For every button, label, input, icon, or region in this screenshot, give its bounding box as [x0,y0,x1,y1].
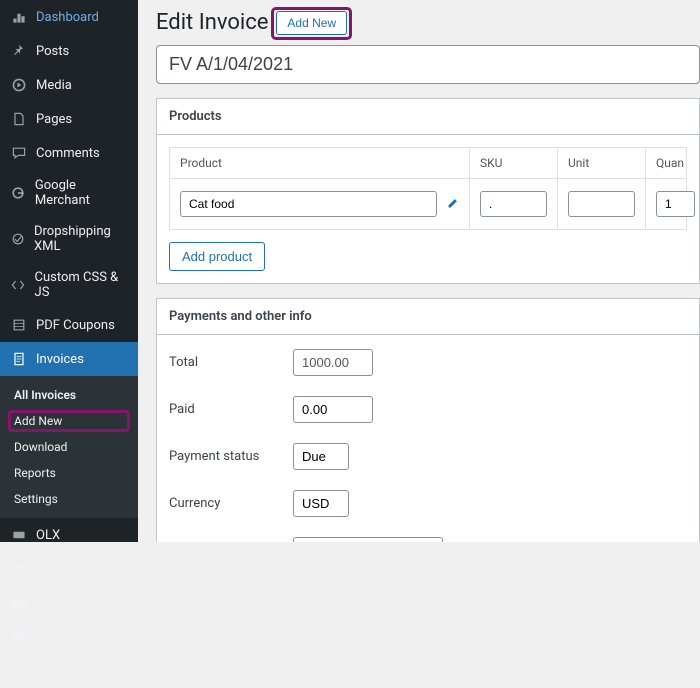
edit-product-icon[interactable] [445,197,459,211]
products-panel: Products Product SKU Unit Quan [156,98,700,284]
panel-title: Products [157,99,699,135]
analytics-icon [10,662,28,680]
admin-sidebar: Dashboard Posts Media Pages Comments Goo… [0,0,138,542]
sidebar-submenu-invoices: All Invoices Add New Download Reports Se… [0,376,138,518]
sidebar-label: Pages [36,112,72,127]
sidebar-item-pdf-coupons[interactable]: PDF Coupons [0,308,138,342]
products-icon [10,628,28,646]
add-product-button[interactable]: Add product [169,242,265,271]
invoice-icon [10,350,28,368]
media-icon [10,76,28,94]
payment-method-select[interactable]: PayPal [293,537,443,542]
sidebar-label: Products [36,630,88,645]
woo-icon [10,594,28,612]
sidebar-label: Dashboard [36,10,99,25]
pdf-icon [10,316,28,334]
comment-icon [10,144,28,162]
page-icon [10,110,28,128]
submenu-item-reports[interactable]: Reports [0,460,138,486]
submenu-item-settings[interactable]: Settings [0,486,138,512]
table-row [170,178,686,229]
products-table: Product SKU Unit Quan [169,147,687,230]
sidebar-item-pages[interactable]: Pages [0,102,138,136]
invoice-title-input[interactable] [156,45,700,84]
sidebar-label: PDF Coupons [36,318,115,333]
sidebar-item-dropshipping-xml[interactable]: Dropshipping XML [0,216,138,262]
sidebar-label: WooCommerce [36,596,126,611]
sidebar-label: Comments [36,146,100,161]
sidebar-label: Media [36,78,72,93]
sidebar-item-posts[interactable]: Posts [0,34,138,68]
product-name-input[interactable] [180,191,437,217]
sidebar-label: Custom CSS & JS [35,270,128,300]
col-sku: SKU [470,148,558,178]
sidebar-label: Invoices [36,352,84,367]
main-content: Edit Invoice Add New Products Product SK… [138,0,700,542]
total-label: Total [169,349,293,370]
sidebar-label: Groups [36,562,78,577]
page-header: Edit Invoice Add New [156,10,700,35]
sidebar-label: Dropshipping XML [34,224,128,254]
sidebar-item-custom-css-js[interactable]: Custom CSS & JS [0,262,138,308]
sidebar-item-groups[interactable]: Groups [0,552,138,586]
sidebar-item-google-merchant[interactable]: Google Merchant [0,170,138,216]
paid-input[interactable] [293,396,373,423]
submenu-item-add-new[interactable]: Add New [0,408,138,434]
panel-title: Payments and other info [157,299,699,335]
dashboard-icon [10,8,28,26]
sidebar-item-woocommerce[interactable]: WooCommerce [0,586,138,620]
submenu-item-all-invoices[interactable]: All Invoices [0,382,138,408]
currency-label: Currency [169,490,293,511]
quantity-input[interactable] [656,191,695,217]
paid-label: Paid [169,396,293,417]
payment-status-select[interactable]: Due [293,443,349,470]
groups-icon [10,560,28,578]
submenu-item-download[interactable]: Download [0,434,138,460]
col-product: Product [170,148,470,178]
sidebar-item-invoices[interactable]: Invoices [0,342,138,376]
col-quantity: Quan [646,148,700,178]
sidebar-item-dashboard[interactable]: Dashboard [0,0,138,34]
payment-method-label: Payment method [169,537,293,542]
sidebar-label: Analytics [36,664,89,679]
sidebar-label: Posts [36,44,69,59]
sidebar-item-comments[interactable]: Comments [0,136,138,170]
xml-icon [10,230,26,248]
payment-status-label: Payment status [169,443,293,464]
sku-input[interactable] [480,191,547,217]
page-title: Edit Invoice [156,10,268,35]
sidebar-item-media[interactable]: Media [0,68,138,102]
table-header: Product SKU Unit Quan [170,148,686,178]
add-new-button[interactable]: Add New [276,11,347,35]
total-input [293,349,373,376]
col-unit: Unit [558,148,646,178]
pin-icon [10,42,28,60]
google-icon [10,184,27,202]
unit-input[interactable] [568,191,635,217]
sidebar-item-products[interactable]: Products [0,620,138,654]
currency-select[interactable]: USD [293,490,349,517]
sidebar-label: Google Merchant [35,178,128,208]
payments-panel: Payments and other info Total Paid Payme… [156,298,700,542]
olx-icon [10,526,28,544]
brackets-icon [10,276,27,294]
sidebar-item-analytics[interactable]: Analytics [0,654,138,688]
sidebar-item-olx[interactable]: OLX [0,518,138,552]
sidebar-label: OLX [36,528,60,543]
